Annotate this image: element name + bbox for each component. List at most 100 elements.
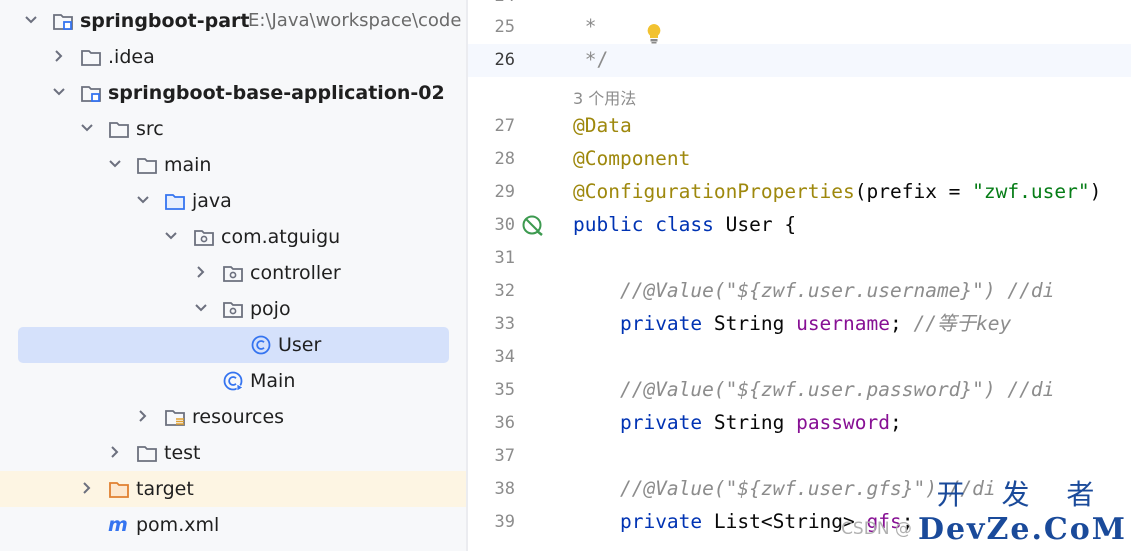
chevron-right-icon[interactable] xyxy=(52,47,66,65)
svg-text:m: m xyxy=(108,514,128,536)
tree-label: target xyxy=(136,478,194,500)
folder-icon xyxy=(137,158,157,174)
code-line: 34 xyxy=(468,341,1131,374)
line-number: 34 xyxy=(494,347,515,367)
code-text: private String password; xyxy=(573,411,902,435)
code-text: @Component xyxy=(573,147,691,170)
tree-row-com-atguigu[interactable]: com.atguigu xyxy=(0,219,466,255)
source-folder-icon xyxy=(165,194,185,210)
type-token: String xyxy=(702,411,797,434)
folder-icon xyxy=(109,122,129,138)
keyword-token: public xyxy=(573,213,644,236)
tree-row-pojo[interactable]: pojo xyxy=(0,291,466,327)
chevron-down-icon[interactable] xyxy=(108,155,122,173)
code-text: //@Value("${zwf.user.password}") //di xyxy=(573,378,1055,401)
keyword-token: private xyxy=(619,411,703,434)
tree-row-main-class[interactable]: Main xyxy=(0,363,466,399)
code-text: @Data xyxy=(573,114,632,137)
chevron-down-icon[interactable] xyxy=(136,191,150,209)
line-number: 29 xyxy=(494,182,515,202)
code-text: public class User { xyxy=(573,213,796,237)
chevron-down-icon[interactable] xyxy=(194,299,208,317)
line-number: 30 xyxy=(494,215,515,235)
spring-bean-icon[interactable] xyxy=(522,215,544,237)
tree-row-user[interactable]: User xyxy=(0,327,466,363)
tree-label: pojo xyxy=(250,298,291,320)
tree-row-resources[interactable]: resources xyxy=(0,399,466,435)
maven-icon: m xyxy=(108,514,128,536)
line-number: 24 xyxy=(468,0,515,7)
folder-icon xyxy=(81,50,101,66)
tree-row-java[interactable]: java xyxy=(0,183,466,219)
package-icon xyxy=(223,302,243,318)
code-text: //@Value("${zwf.user.username}") //di xyxy=(573,279,1055,302)
code-token: (prefix = xyxy=(854,180,973,203)
line-number: 25 xyxy=(494,17,515,37)
code-editor[interactable]: 24 25 * 26 */ 3 个用法 27 @Data 28 @Compone… xyxy=(468,0,1131,551)
tree-row-pom[interactable]: m pom.xml xyxy=(0,507,466,543)
code-token: ; xyxy=(890,411,902,434)
chevron-right-icon[interactable] xyxy=(80,479,94,497)
tree-label: java xyxy=(192,190,232,212)
tree-label: pom.xml xyxy=(136,514,220,536)
chevron-down-icon[interactable] xyxy=(52,83,66,101)
chevron-right-icon[interactable] xyxy=(136,407,150,425)
watermark-top: 开 发 者 xyxy=(936,478,1109,511)
tree-row-main[interactable]: main xyxy=(0,147,466,183)
code-text: @ConfigurationProperties(prefix = "zwf.u… xyxy=(573,180,1101,204)
code-line: 32 //@Value("${zwf.user.username}") //di xyxy=(468,275,1131,308)
module-folder-icon xyxy=(81,86,101,102)
line-number: 37 xyxy=(494,446,515,466)
line-number: 26 xyxy=(494,50,515,70)
comment-token: //等于key xyxy=(913,312,1012,335)
tree-label: User xyxy=(278,334,322,356)
package-icon xyxy=(194,230,214,246)
keyword-token: class xyxy=(655,213,714,236)
code-text: * xyxy=(573,15,597,38)
field-token: username xyxy=(796,312,890,335)
code-token: User { xyxy=(713,213,797,236)
chevron-right-icon[interactable] xyxy=(108,443,122,461)
line-number: 28 xyxy=(494,149,515,169)
field-token: password xyxy=(796,411,890,434)
usages-hint[interactable]: 3 个用法 xyxy=(573,85,636,109)
tree-row-target[interactable]: target xyxy=(0,471,466,507)
tree-row-test[interactable]: test xyxy=(0,435,466,471)
tree-label: .idea xyxy=(108,46,155,68)
keyword-token: private xyxy=(619,312,703,335)
excluded-folder-icon xyxy=(109,482,129,498)
string-token: "zwf.user" xyxy=(972,180,1090,203)
tree-label: resources xyxy=(192,406,285,428)
watermark-csdn: CSDN @ xyxy=(841,519,912,539)
chevron-down-icon[interactable] xyxy=(80,119,94,137)
code-line: 29 @ConfigurationProperties(prefix = "zw… xyxy=(468,176,1131,209)
tree-row-src[interactable]: src xyxy=(0,111,466,147)
code-line: 35 //@Value("${zwf.user.password}") //di xyxy=(468,374,1131,407)
line-number: 32 xyxy=(494,281,515,301)
code-line: 37 xyxy=(468,440,1131,473)
line-number: 39 xyxy=(494,512,515,532)
lightbulb-icon[interactable] xyxy=(646,23,662,45)
code-line: 33 private String username; //等于key xyxy=(468,308,1131,341)
tree-row-idea[interactable]: .idea xyxy=(0,39,466,75)
tree-row-module[interactable]: springboot-base-application-02 xyxy=(0,75,466,111)
project-path: E:\Java\workspace\code xyxy=(248,10,462,31)
code-text: private String username; //等于key xyxy=(573,312,1011,336)
code-line: 28 @Component xyxy=(468,143,1131,176)
chevron-down-icon[interactable] xyxy=(164,227,178,245)
tree-label: Main xyxy=(250,370,296,392)
chevron-right-icon[interactable] xyxy=(194,263,208,281)
tree-label: main xyxy=(164,154,212,176)
tree-row-controller[interactable]: controller xyxy=(0,255,466,291)
code-line: 36 private String password; xyxy=(468,407,1131,440)
tree-row-project-root[interactable]: springboot-part E:\Java\workspace\code xyxy=(0,3,466,39)
chevron-down-icon[interactable] xyxy=(24,11,38,29)
watermark: CSDN @ 开 发 者 DevZe.CoM xyxy=(841,478,1127,547)
selection-highlight xyxy=(18,327,449,363)
code-line-current: 26 */ xyxy=(468,44,1131,77)
class-icon xyxy=(251,335,271,355)
package-icon xyxy=(223,266,243,282)
code-token: ) xyxy=(1089,180,1102,203)
code-line: 31 xyxy=(468,242,1131,275)
tree-label: com.atguigu xyxy=(221,226,341,248)
